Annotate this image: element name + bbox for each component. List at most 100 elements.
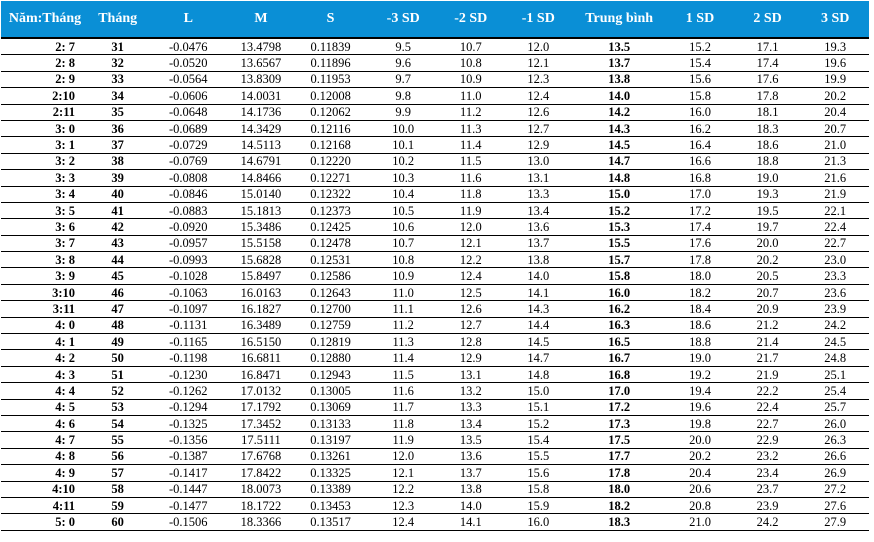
cell-s: 0.12062 [291, 104, 370, 121]
table-row: 3: 2 38 -0.0769 14.6791 0.12220 10.2 11.5 13.0 1… [1, 153, 869, 171]
cell-mean: 18.2 [572, 497, 667, 515]
cell-plus3sd: 20.2 [801, 87, 869, 105]
cell-month: 38 [89, 153, 147, 171]
cell-age: 3: 3 [1, 169, 90, 187]
cell-plus1sd: 20.2 [666, 448, 734, 466]
cell-plus2sd: 21.2 [733, 317, 802, 335]
cell-age: 4: 9 [1, 464, 90, 482]
cell-s: 0.11953 [291, 71, 370, 89]
cell-minus1sd: 13.0 [504, 153, 573, 171]
growth-reference-table: Năm:Tháng Tháng L M S -3 SD -2 SD -1 SD Trung bì… [1, 1, 869, 531]
cell-minus3sd: 9.9 [369, 104, 437, 121]
cell-minus3sd: 9.8 [369, 87, 437, 105]
cell-month: 52 [89, 382, 147, 400]
cell-age: 3: 9 [1, 267, 90, 285]
cell-minus2sd: 13.6 [436, 448, 505, 466]
cell-plus3sd: 25.4 [801, 382, 869, 400]
cell-age: 4: 8 [1, 448, 90, 466]
cell-minus1sd: 12.9 [504, 136, 573, 154]
cell-l: -0.0689 [146, 120, 231, 138]
cell-plus3sd: 20.4 [801, 104, 869, 121]
cell-minus2sd: 11.3 [436, 120, 505, 138]
cell-mean: 14.5 [572, 136, 667, 154]
cell-s: 0.12643 [291, 284, 370, 302]
cell-l: -0.1356 [146, 431, 231, 449]
cell-plus3sd: 20.7 [801, 120, 869, 138]
cell-m: 14.5113 [230, 136, 292, 154]
header-col-s: S [291, 1, 370, 39]
cell-m: 14.8466 [230, 169, 292, 187]
cell-mean: 14.3 [572, 120, 667, 138]
cell-plus1sd: 20.0 [666, 431, 734, 449]
cell-month: 34 [89, 87, 147, 105]
cell-plus3sd: 21.6 [801, 169, 869, 187]
cell-plus3sd: 21.0 [801, 136, 869, 154]
cell-minus1sd: 13.3 [504, 186, 573, 203]
cell-m: 15.8497 [230, 267, 292, 285]
cell-plus3sd: 21.3 [801, 153, 869, 171]
cell-plus3sd: 25.7 [801, 399, 869, 416]
cell-minus2sd: 12.4 [436, 267, 505, 285]
cell-plus3sd: 24.8 [801, 349, 869, 367]
cell-mean: 13.5 [572, 38, 667, 56]
cell-l: -0.0564 [146, 71, 231, 89]
cell-plus1sd: 19.2 [666, 366, 734, 384]
cell-m: 17.8422 [230, 464, 292, 482]
cell-minus3sd: 10.4 [369, 186, 437, 203]
cell-month: 41 [89, 202, 147, 220]
cell-age: 3: 5 [1, 202, 90, 220]
cell-l: -0.1097 [146, 300, 231, 318]
cell-plus1sd: 19.8 [666, 415, 734, 433]
cell-mean: 16.2 [572, 300, 667, 318]
cell-minus1sd: 14.5 [504, 333, 573, 351]
cell-mean: 17.7 [572, 448, 667, 466]
cell-plus2sd: 22.7 [733, 415, 802, 433]
cell-mean: 14.2 [572, 104, 667, 121]
cell-minus3sd: 9.6 [369, 54, 437, 72]
header-col-mean: Trung bình [572, 1, 667, 39]
cell-age: 5: 0 [1, 513, 90, 531]
cell-s: 0.13069 [291, 399, 370, 416]
table-row: 3: 4 40 -0.0846 15.0140 0.12322 10.4 11.8 13.3 1… [1, 186, 869, 203]
cell-m: 17.1792 [230, 399, 292, 416]
cell-minus3sd: 11.3 [369, 333, 437, 351]
cell-minus2sd: 11.0 [436, 87, 505, 105]
cell-plus2sd: 23.4 [733, 464, 802, 482]
cell-age: 4: 5 [1, 399, 90, 416]
cell-l: -0.1198 [146, 349, 231, 367]
cell-month: 57 [89, 464, 147, 482]
cell-month: 31 [89, 38, 147, 56]
cell-plus1sd: 18.8 [666, 333, 734, 351]
cell-minus3sd: 9.5 [369, 38, 437, 56]
cell-m: 17.3452 [230, 415, 292, 433]
table-header: Năm:Tháng Tháng L M S -3 SD -2 SD -1 SD Trung bì… [1, 1, 869, 39]
cell-plus3sd: 19.3 [801, 38, 869, 56]
cell-plus2sd: 17.4 [733, 54, 802, 72]
cell-plus3sd: 26.9 [801, 464, 869, 482]
cell-age: 2: 9 [1, 71, 90, 89]
cell-s: 0.13005 [291, 382, 370, 400]
cell-s: 0.13389 [291, 481, 370, 498]
cell-minus1sd: 12.0 [504, 38, 573, 56]
cell-s: 0.12478 [291, 235, 370, 253]
header-col-plus2sd: 2 SD [733, 1, 802, 39]
cell-age: 3:10 [1, 284, 90, 302]
cell-minus3sd: 12.4 [369, 513, 437, 531]
cell-minus1sd: 12.3 [504, 71, 573, 89]
header-col-m: M [230, 1, 292, 39]
cell-minus1sd: 14.0 [504, 267, 573, 285]
cell-minus1sd: 14.1 [504, 284, 573, 302]
cell-plus3sd: 22.4 [801, 218, 869, 236]
cell-m: 13.6567 [230, 54, 292, 72]
cell-age: 2: 8 [1, 54, 90, 72]
cell-s: 0.12008 [291, 87, 370, 105]
cell-s: 0.12819 [291, 333, 370, 351]
cell-minus3sd: 11.7 [369, 399, 437, 416]
cell-minus2sd: 12.9 [436, 349, 505, 367]
cell-mean: 17.8 [572, 464, 667, 482]
cell-l: -0.1262 [146, 382, 231, 400]
cell-mean: 13.8 [572, 71, 667, 89]
cell-minus3sd: 10.1 [369, 136, 437, 154]
cell-minus1sd: 12.4 [504, 87, 573, 105]
cell-m: 13.8309 [230, 71, 292, 89]
